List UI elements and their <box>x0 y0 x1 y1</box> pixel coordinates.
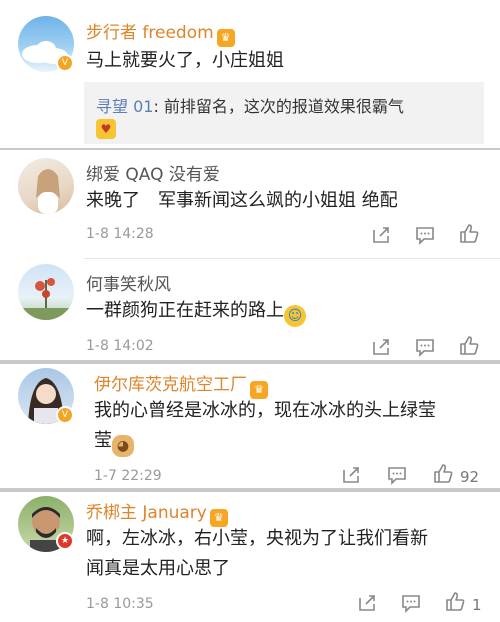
username-text[interactable]: 伊尔库茨克航空工厂 <box>94 375 247 395</box>
comment-card-1: V 步行者 freedom ♛ 马上就要火了，小庄姐姐 寻望 01: 前排留名，这… <box>0 0 500 148</box>
avatar[interactable] <box>18 158 74 214</box>
comment-icon[interactable] <box>414 336 436 358</box>
like-icon[interactable] <box>432 462 454 484</box>
comment-text-line-1: 啊，左冰冰，右小莹，央视为了让我们看新 <box>86 528 428 549</box>
comment-text: 马上就要火了，小庄姐姐 <box>86 50 284 71</box>
timestamp: 1-7 22:29 <box>94 468 162 484</box>
username[interactable]: 伊尔库茨克航空工厂 ♛ <box>94 370 268 399</box>
comment-icon[interactable] <box>386 464 408 486</box>
comment-icon[interactable] <box>400 592 422 614</box>
username-text[interactable]: 乔梆主 January <box>86 503 207 523</box>
comment-text: 来晚了 军事新闻这么飒的小姐姐 绝配 <box>86 190 398 211</box>
divider <box>84 258 500 259</box>
laugh-cry-emoji: ☺ <box>284 305 306 327</box>
username[interactable]: 何事笑秋风 <box>86 270 171 295</box>
comment-text: 一群颜狗正在赶来的路上 ☺ <box>86 296 306 327</box>
reply-text: : 前排留名，这次的报道效果很霸气 <box>153 97 404 116</box>
timestamp: 1-8 14:28 <box>86 226 154 242</box>
username[interactable]: 绑爱 QAQ 没有爱 <box>86 160 220 185</box>
like-icon[interactable] <box>458 222 480 244</box>
comment-text-body: 莹 <box>94 430 112 451</box>
verified-badge-icon: V <box>56 406 74 424</box>
doge-emoji: ◕ <box>112 435 134 457</box>
comment-icon[interactable] <box>414 224 436 246</box>
comment-card-2: 绑爱 QAQ 没有爱 来晚了 军事新闻这么飒的小姐姐 绝配 1-8 14:28 … <box>0 150 500 360</box>
share-icon[interactable] <box>356 592 378 614</box>
share-icon[interactable] <box>340 464 362 486</box>
comment-text-body: 一群颜狗正在赶来的路上 <box>86 300 284 321</box>
vip-crown-icon: ♛ <box>216 29 235 47</box>
reply-username[interactable]: 寻望 01 <box>96 97 153 116</box>
reply-preview[interactable]: 寻望 01: 前排留名，这次的报道效果很霸气 ♥ <box>84 82 484 144</box>
like-icon[interactable] <box>458 334 480 356</box>
comment-text-line-1: 我的心曾经是冰冰的，现在冰冰的头上绿莹 <box>94 400 436 421</box>
verified-badge-icon: ★ <box>56 532 74 550</box>
comment-card-4: ★ 乔梆主 January ♛ 啊，左冰冰，右小莹，央视为了让我们看新 闻真是太用… <box>0 492 500 622</box>
reply-emoji-icon: ♥ <box>96 119 116 139</box>
timestamp: 1-8 10:35 <box>86 596 154 612</box>
like-count: 1 <box>472 596 482 614</box>
reply-line: 寻望 01: 前排留名，这次的报道效果很霸气 <box>96 93 404 117</box>
comment-text-line-2: 闻真是太用心思了 <box>86 558 230 579</box>
share-icon[interactable] <box>370 224 392 246</box>
username[interactable]: 步行者 freedom ♛ <box>86 18 235 47</box>
timestamp: 1-8 14:02 <box>86 338 154 354</box>
username[interactable]: 乔梆主 January ♛ <box>86 498 228 527</box>
username-text[interactable]: 步行者 freedom <box>86 23 214 43</box>
like-count: 92 <box>460 468 480 486</box>
like-icon[interactable] <box>444 590 466 612</box>
share-icon[interactable] <box>370 336 392 358</box>
comment-card-3: V 伊尔库茨克航空工厂 ♛ 我的心曾经是冰冰的，现在冰冰的头上绿莹 莹 ◕ 1-7 … <box>0 364 500 488</box>
verified-badge-icon: V <box>56 54 74 72</box>
comment-text-line-2: 莹 ◕ <box>94 426 134 457</box>
avatar[interactable] <box>18 264 74 320</box>
